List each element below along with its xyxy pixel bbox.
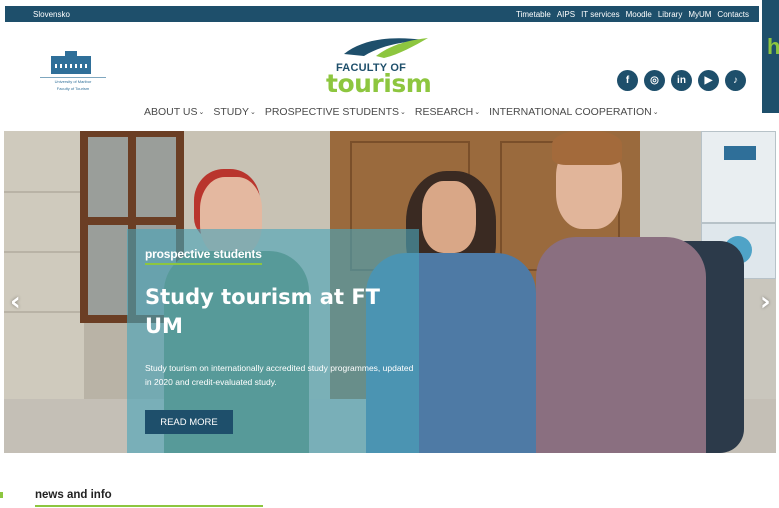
it-services-link[interactable]: IT services — [581, 10, 620, 19]
main-navigation: ABOUT US ⌄ STUDY ⌄ PROSPECTIVE STUDENTS … — [144, 106, 659, 118]
chevron-left-icon[interactable]: ‹ — [10, 287, 21, 317]
linkedin-icon[interactable]: in — [671, 70, 692, 91]
hero-slider: prospective students Study tourism at FT… — [4, 131, 776, 453]
library-link[interactable]: Library — [658, 10, 682, 19]
chevron-down-icon: ⌄ — [652, 109, 659, 116]
slide-title: Study tourism at FT UM — [145, 285, 380, 338]
faculty-logo-text: Faculty of Tourism — [56, 86, 90, 91]
university-building-icon — [51, 51, 91, 74]
social-links: f ◎ in ▶ ♪ — [617, 70, 746, 91]
aips-link[interactable]: AIPS — [557, 10, 575, 19]
contacts-link[interactable]: Contacts — [717, 10, 749, 19]
nav-item-label: INTERNATIONAL COOPERATION — [489, 106, 652, 118]
facebook-icon[interactable]: f — [617, 70, 638, 91]
university-logo-text: University of Maribor — [54, 79, 92, 84]
instagram-icon[interactable]: ◎ — [644, 70, 665, 91]
slide-tag: prospective students — [145, 247, 262, 265]
side-panel-edge[interactable]: h — [762, 0, 779, 113]
nav-item-international-cooperation[interactable]: INTERNATIONAL COOPERATION ⌄ — [489, 106, 658, 118]
news-section-title: news and info — [35, 489, 112, 501]
faculty-of-tourism-logo[interactable]: FACULTY OF tourism — [322, 34, 434, 98]
chevron-down-icon: ⌄ — [474, 109, 481, 116]
utility-links: Timetable AIPS IT services Moodle Librar… — [516, 10, 749, 19]
myum-link[interactable]: MyUM — [688, 10, 711, 19]
nav-item-about-us[interactable]: ABOUT US ⌄ — [144, 106, 204, 118]
nav-item-prospective-students[interactable]: PROSPECTIVE STUDENTS ⌄ — [265, 106, 406, 118]
side-panel-text: h — [767, 34, 779, 59]
youtube-icon[interactable]: ▶ — [698, 70, 719, 91]
university-logo[interactable]: University of Maribor Faculty of Tourism — [40, 51, 110, 94]
top-utility-bar: Slovensko Timetable AIPS IT services Moo… — [5, 6, 759, 22]
chevron-down-icon: ⌄ — [400, 109, 406, 116]
language-switch-link[interactable]: Slovensko — [33, 10, 70, 19]
read-more-button[interactable]: READ MORE — [145, 410, 233, 434]
university-sign — [701, 131, 776, 223]
moodle-link[interactable]: Moodle — [626, 10, 652, 19]
timetable-link[interactable]: Timetable — [516, 10, 551, 19]
tiktok-icon[interactable]: ♪ — [725, 70, 746, 91]
chevron-down-icon: ⌄ — [249, 109, 256, 116]
nav-item-research[interactable]: RESEARCH ⌄ — [415, 106, 480, 118]
nav-item-label: PROSPECTIVE STUDENTS — [264, 106, 400, 118]
news-title-underline — [35, 505, 263, 507]
section-marker — [0, 492, 3, 498]
logo-swoosh-icon — [344, 38, 428, 58]
nav-item-study[interactable]: STUDY ⌄ — [213, 106, 255, 118]
chevron-right-icon[interactable]: › — [760, 287, 771, 317]
nav-item-label: STUDY — [213, 106, 249, 118]
nav-item-label: RESEARCH — [414, 106, 474, 118]
slide-caption: prospective students Study tourism at FT… — [127, 229, 419, 453]
nav-item-label: ABOUT US — [144, 106, 198, 118]
logo-tourism-text: tourism — [326, 69, 432, 98]
chevron-down-icon: ⌄ — [198, 109, 205, 116]
slide-description: Study tourism on internationally accredi… — [145, 363, 414, 387]
